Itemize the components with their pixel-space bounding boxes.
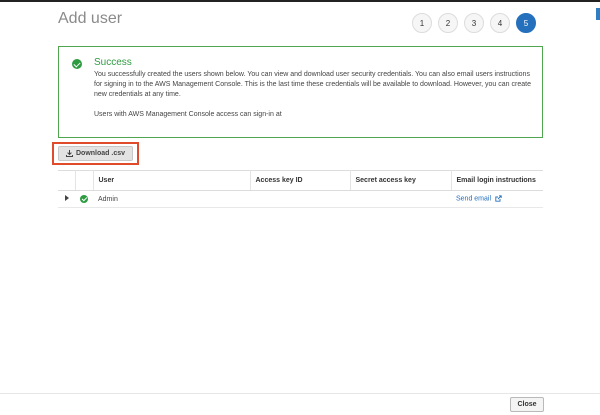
step-5-active[interactable]: 5 [516, 13, 536, 33]
download-csv-button[interactable]: Download .csv [58, 146, 133, 161]
footer-divider [0, 393, 600, 394]
header-status [75, 170, 94, 191]
close-button[interactable]: Close [510, 397, 544, 412]
row-status-cell [75, 190, 93, 208]
page-title: Add user [58, 10, 123, 27]
row-secret-access-key [350, 190, 451, 208]
row-user: Admin [93, 190, 250, 208]
window-top-border [0, 0, 600, 2]
header-access-key-id: Access key ID [250, 170, 351, 191]
success-alert: Success You successfully created the use… [58, 46, 543, 138]
wizard-steps: 1 2 3 4 5 [412, 13, 536, 33]
success-title: Success [94, 57, 132, 68]
header-secret-access-key: Secret access key [350, 170, 452, 191]
step-2[interactable]: 2 [438, 13, 458, 33]
table-row: Admin Send email [58, 190, 543, 208]
download-icon [65, 150, 73, 157]
check-circle-icon [80, 195, 88, 203]
header-user: User [93, 170, 251, 191]
step-3[interactable]: 3 [464, 13, 484, 33]
header-expand [58, 170, 76, 191]
signin-text: Users with AWS Management Console access… [94, 111, 282, 118]
row-access-key-id [250, 190, 350, 208]
users-table: User Access key ID Secret access key Ema… [58, 170, 543, 208]
success-message: You successfully created the users shown… [94, 71, 531, 98]
step-4[interactable]: 4 [490, 13, 510, 33]
header-email-login: Email login instructions [451, 170, 543, 191]
row-expand-cell[interactable] [58, 190, 75, 208]
caret-right-icon[interactable] [65, 195, 69, 201]
external-link-icon[interactable] [495, 195, 502, 202]
step-1[interactable]: 1 [412, 13, 432, 33]
side-panel-tab[interactable] [596, 8, 600, 20]
table-header-row: User Access key ID Secret access key Ema… [58, 170, 543, 191]
send-email-link[interactable]: Send email [456, 196, 491, 203]
check-circle-icon [72, 59, 82, 69]
download-label: Download .csv [75, 150, 125, 157]
row-email-cell: Send email [451, 190, 543, 208]
